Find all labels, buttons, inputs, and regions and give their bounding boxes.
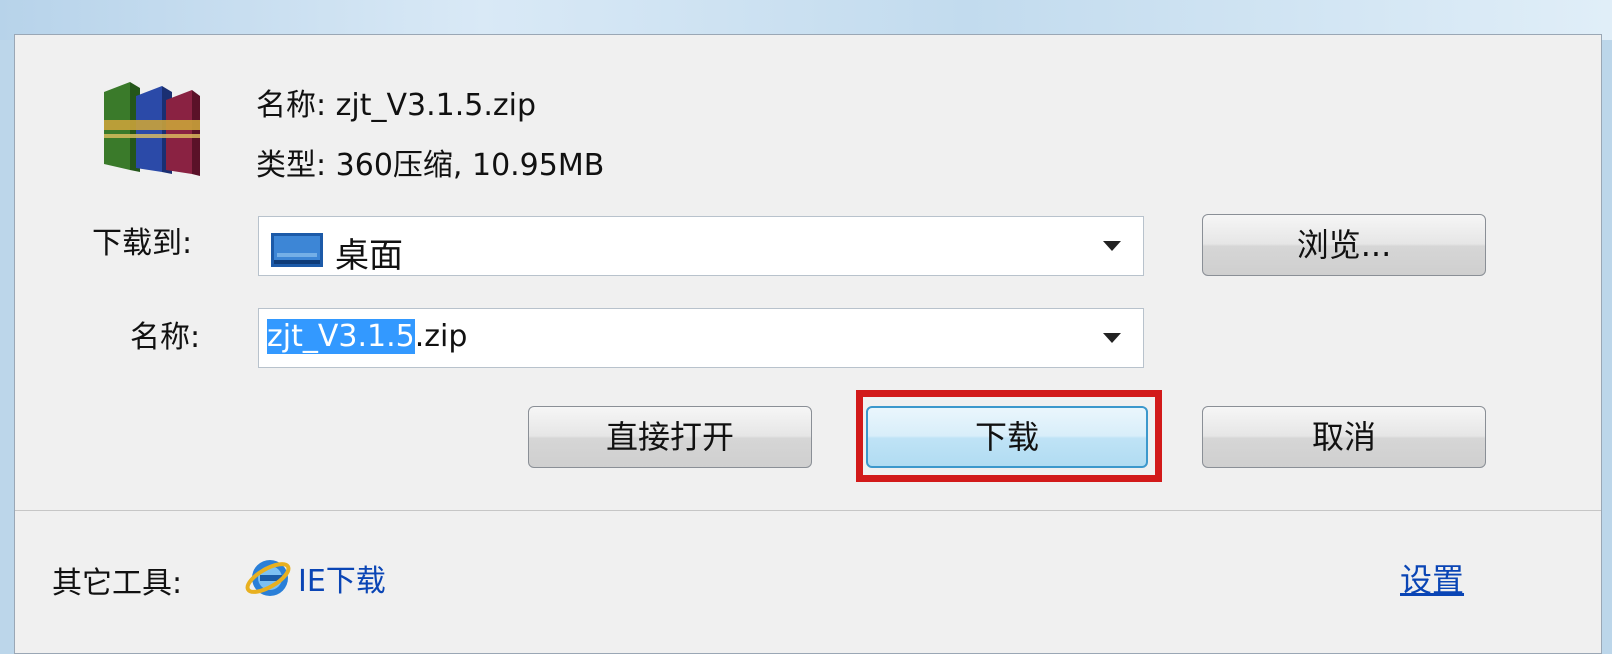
file-name-info: 名称: zjt_V3.1.5.zip <box>256 88 537 123</box>
filename-extension: .zip <box>414 319 468 354</box>
filename-label: 名称: <box>130 320 201 355</box>
internet-explorer-icon[interactable] <box>244 552 294 602</box>
filename-selected-text: zjt_V3.1.5 <box>267 319 415 354</box>
download-location-select[interactable]: 桌面 <box>258 216 1144 276</box>
ie-download-link[interactable]: IE下载 <box>298 556 386 600</box>
footer-divider <box>15 510 1601 511</box>
filename-input[interactable]: zjt_V3.1.5.zip <box>258 308 1144 368</box>
archive-file-icon <box>104 82 200 176</box>
cancel-button[interactable]: 取消 <box>1202 406 1486 468</box>
other-tools-label: 其它工具: <box>52 566 183 601</box>
desktop-folder-icon <box>271 233 323 267</box>
download-button-highlight <box>856 390 1162 482</box>
chevron-down-icon[interactable] <box>1103 333 1121 343</box>
browse-button[interactable]: 浏览... <box>1202 214 1486 276</box>
file-type-info: 类型: 360压缩, 10.95MB <box>256 148 605 183</box>
download-location-value: 桌面 <box>335 236 403 276</box>
filename-value: zjt_V3.1.5.zip <box>267 319 467 354</box>
download-to-label: 下载到: <box>92 226 193 261</box>
chevron-down-icon[interactable] <box>1103 241 1121 251</box>
open-directly-button[interactable]: 直接打开 <box>528 406 812 468</box>
settings-link[interactable]: 设置 <box>1400 555 1464 601</box>
